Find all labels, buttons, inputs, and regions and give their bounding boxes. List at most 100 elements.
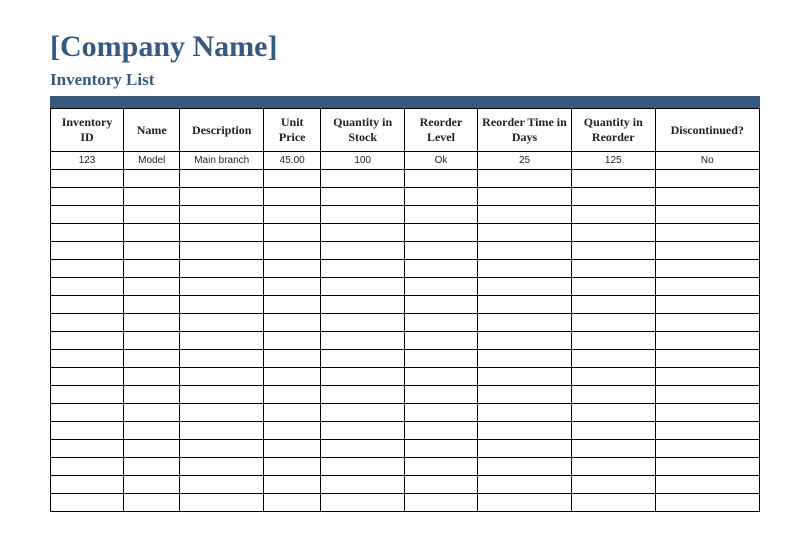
cell-inventory-id[interactable] [51, 350, 124, 368]
cell-qty-in-reorder[interactable] [571, 368, 655, 386]
cell-reorder-time-days[interactable] [478, 458, 572, 476]
cell-inventory-id[interactable] [51, 296, 124, 314]
cell-reorder-level[interactable] [404, 206, 477, 224]
cell-inventory-id[interactable] [51, 314, 124, 332]
cell-reorder-time-days[interactable] [478, 188, 572, 206]
cell-name[interactable] [124, 458, 180, 476]
cell-qty-in-stock[interactable] [321, 440, 405, 458]
cell-qty-in-stock[interactable] [321, 206, 405, 224]
cell-reorder-level[interactable] [404, 224, 477, 242]
cell-description[interactable] [180, 278, 264, 296]
cell-name[interactable] [124, 422, 180, 440]
cell-name[interactable] [124, 440, 180, 458]
cell-qty-in-stock[interactable] [321, 170, 405, 188]
cell-discontinued[interactable] [655, 476, 759, 494]
cell-unit-price[interactable] [263, 494, 320, 512]
cell-reorder-level[interactable] [404, 350, 477, 368]
cell-qty-in-stock[interactable] [321, 296, 405, 314]
cell-qty-in-reorder[interactable]: 125 [571, 152, 655, 170]
cell-qty-in-reorder[interactable] [571, 260, 655, 278]
cell-description[interactable] [180, 206, 264, 224]
cell-discontinued[interactable] [655, 404, 759, 422]
cell-inventory-id[interactable] [51, 260, 124, 278]
cell-description[interactable] [180, 188, 264, 206]
cell-qty-in-stock[interactable] [321, 368, 405, 386]
cell-qty-in-stock[interactable] [321, 350, 405, 368]
cell-qty-in-stock[interactable] [321, 242, 405, 260]
cell-reorder-level[interactable] [404, 368, 477, 386]
cell-unit-price[interactable] [263, 350, 320, 368]
cell-qty-in-stock[interactable] [321, 314, 405, 332]
cell-description[interactable] [180, 440, 264, 458]
cell-name[interactable] [124, 224, 180, 242]
cell-reorder-level[interactable] [404, 278, 477, 296]
cell-qty-in-reorder[interactable] [571, 296, 655, 314]
cell-reorder-level[interactable] [404, 260, 477, 278]
cell-discontinued[interactable] [655, 170, 759, 188]
cell-discontinued[interactable] [655, 242, 759, 260]
cell-inventory-id[interactable] [51, 278, 124, 296]
cell-description[interactable] [180, 404, 264, 422]
cell-qty-in-stock[interactable] [321, 404, 405, 422]
cell-reorder-time-days[interactable]: 25 [478, 152, 572, 170]
cell-inventory-id[interactable] [51, 458, 124, 476]
cell-name[interactable] [124, 260, 180, 278]
cell-discontinued[interactable] [655, 386, 759, 404]
cell-qty-in-stock[interactable] [321, 188, 405, 206]
cell-qty-in-stock[interactable] [321, 260, 405, 278]
cell-discontinued[interactable] [655, 350, 759, 368]
cell-description[interactable] [180, 476, 264, 494]
cell-discontinued[interactable] [655, 224, 759, 242]
cell-reorder-time-days[interactable] [478, 386, 572, 404]
cell-name[interactable] [124, 368, 180, 386]
cell-inventory-id[interactable] [51, 224, 124, 242]
cell-qty-in-stock[interactable] [321, 224, 405, 242]
cell-inventory-id[interactable]: 123 [51, 152, 124, 170]
cell-inventory-id[interactable] [51, 494, 124, 512]
cell-name[interactable] [124, 494, 180, 512]
cell-qty-in-reorder[interactable] [571, 476, 655, 494]
cell-description[interactable] [180, 422, 264, 440]
cell-description[interactable]: Main branch [180, 152, 264, 170]
cell-description[interactable] [180, 332, 264, 350]
cell-unit-price[interactable] [263, 260, 320, 278]
cell-unit-price[interactable] [263, 476, 320, 494]
cell-reorder-time-days[interactable] [478, 350, 572, 368]
cell-qty-in-reorder[interactable] [571, 188, 655, 206]
cell-unit-price[interactable]: 45.00 [263, 152, 320, 170]
cell-inventory-id[interactable] [51, 386, 124, 404]
cell-inventory-id[interactable] [51, 332, 124, 350]
cell-discontinued[interactable] [655, 296, 759, 314]
cell-reorder-time-days[interactable] [478, 260, 572, 278]
cell-inventory-id[interactable] [51, 422, 124, 440]
cell-discontinued[interactable] [655, 458, 759, 476]
cell-reorder-level[interactable] [404, 170, 477, 188]
cell-qty-in-reorder[interactable] [571, 278, 655, 296]
cell-discontinued[interactable]: No [655, 152, 759, 170]
cell-inventory-id[interactable] [51, 206, 124, 224]
cell-name[interactable] [124, 170, 180, 188]
cell-reorder-level[interactable] [404, 422, 477, 440]
cell-reorder-level[interactable] [404, 404, 477, 422]
cell-name[interactable] [124, 350, 180, 368]
cell-discontinued[interactable] [655, 278, 759, 296]
cell-inventory-id[interactable] [51, 404, 124, 422]
cell-unit-price[interactable] [263, 188, 320, 206]
cell-unit-price[interactable] [263, 242, 320, 260]
cell-name[interactable] [124, 332, 180, 350]
cell-qty-in-reorder[interactable] [571, 332, 655, 350]
cell-reorder-time-days[interactable] [478, 494, 572, 512]
cell-qty-in-reorder[interactable] [571, 206, 655, 224]
cell-unit-price[interactable] [263, 170, 320, 188]
cell-description[interactable] [180, 494, 264, 512]
cell-qty-in-reorder[interactable] [571, 422, 655, 440]
cell-reorder-time-days[interactable] [478, 404, 572, 422]
cell-reorder-level[interactable] [404, 494, 477, 512]
cell-qty-in-stock[interactable] [321, 278, 405, 296]
cell-description[interactable] [180, 242, 264, 260]
cell-reorder-time-days[interactable] [478, 206, 572, 224]
cell-unit-price[interactable] [263, 224, 320, 242]
cell-description[interactable] [180, 224, 264, 242]
cell-reorder-time-days[interactable] [478, 476, 572, 494]
cell-qty-in-reorder[interactable] [571, 170, 655, 188]
